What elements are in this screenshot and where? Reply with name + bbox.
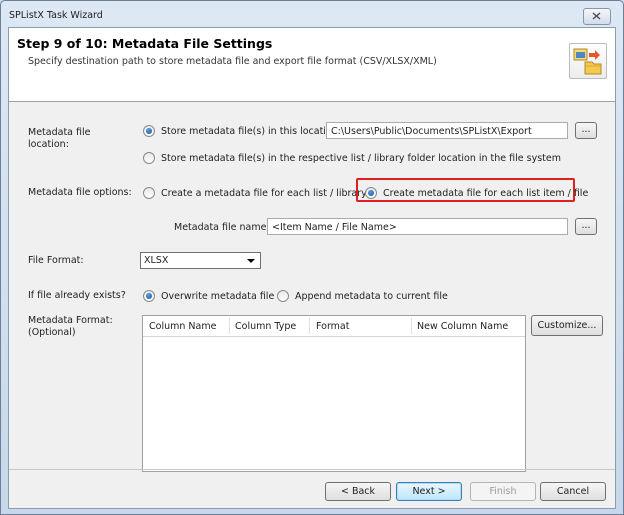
overwrite-radio[interactable]: Overwrite metadata file	[143, 290, 274, 302]
per-list-label: Create a metadata file for each list / l…	[161, 187, 367, 199]
filename-browse-button[interactable]: ...	[575, 218, 597, 235]
per-item-radio[interactable]: Create metadata file for each list item …	[365, 187, 588, 199]
column-header-new-name[interactable]: New Column Name	[417, 321, 508, 332]
page-title: Step 9 of 10: Metadata File Settings	[17, 36, 273, 51]
radio-unselected-icon	[277, 290, 289, 302]
grid-header: Column Name Column Type Format New Colum…	[143, 316, 525, 337]
customize-button[interactable]: Customize...	[531, 315, 603, 336]
wizard-window: SPListX Task Wizard Step 9 of 10: Metada…	[0, 0, 624, 515]
wizard-header: Step 9 of 10: Metadata File Settings Spe…	[9, 28, 615, 102]
radio-unselected-icon	[143, 187, 155, 199]
filename-input[interactable]: <Item Name / File Name>	[267, 218, 568, 235]
location-browse-button[interactable]: ...	[575, 122, 597, 139]
cancel-button[interactable]: Cancel	[540, 482, 606, 501]
finish-button[interactable]: Finish	[470, 482, 536, 501]
per-list-radio[interactable]: Create a metadata file for each list / l…	[143, 187, 367, 199]
radio-unselected-icon	[143, 152, 155, 164]
options-label: Metadata file options:	[28, 187, 132, 198]
file-format-select[interactable]: XLSX	[140, 252, 261, 269]
wizard-client: Step 9 of 10: Metadata File Settings Spe…	[8, 27, 616, 509]
file-format-label: File Format:	[28, 255, 84, 266]
footer-divider	[9, 469, 615, 470]
window-title: SPListX Task Wizard	[9, 10, 103, 21]
overwrite-label: Overwrite metadata file	[161, 290, 275, 302]
radio-selected-icon	[143, 290, 155, 302]
column-divider	[411, 318, 412, 334]
back-button[interactable]: < Back	[325, 482, 391, 501]
close-icon	[592, 12, 601, 20]
radio-selected-icon	[365, 187, 377, 199]
store-respective-location-radio[interactable]: Store metadata file(s) in the respective…	[143, 152, 561, 164]
per-item-label: Create metadata file for each list item …	[383, 187, 589, 199]
column-divider	[309, 318, 310, 334]
folder-export-icon	[569, 43, 607, 79]
column-header-type[interactable]: Column Type	[235, 321, 296, 332]
store-this-location-label: Store metadata file(s) in this location	[161, 125, 338, 137]
store-this-location-radio[interactable]: Store metadata file(s) in this location	[143, 125, 338, 137]
chevron-down-icon	[247, 259, 255, 263]
next-button[interactable]: Next >	[396, 482, 462, 501]
append-radio[interactable]: Append metadata to current file	[277, 290, 448, 302]
column-divider	[229, 318, 230, 334]
radio-selected-icon	[143, 125, 155, 137]
location-path-input[interactable]: C:\Users\Public\Documents\SPListX\Export	[326, 122, 568, 139]
exists-label: If file already exists?	[28, 290, 126, 301]
store-respective-location-label: Store metadata file(s) in the respective…	[161, 152, 561, 164]
filename-label: Metadata file name:	[174, 222, 270, 233]
column-header-name[interactable]: Column Name	[149, 321, 216, 332]
append-label: Append metadata to current file	[295, 290, 448, 302]
column-header-format[interactable]: Format	[316, 321, 349, 332]
title-bar: SPListX Task Wizard	[1, 1, 623, 27]
metadata-format-grid[interactable]: Column Name Column Type Format New Colum…	[142, 315, 526, 472]
page-subtitle: Specify destination path to store metada…	[28, 56, 437, 67]
location-label: Metadata file location:	[28, 127, 91, 150]
metadata-format-sublabel: (Optional)	[28, 327, 76, 338]
metadata-format-label: Metadata Format:	[28, 315, 113, 326]
close-button[interactable]	[583, 8, 611, 25]
file-format-value: XLSX	[144, 255, 169, 266]
